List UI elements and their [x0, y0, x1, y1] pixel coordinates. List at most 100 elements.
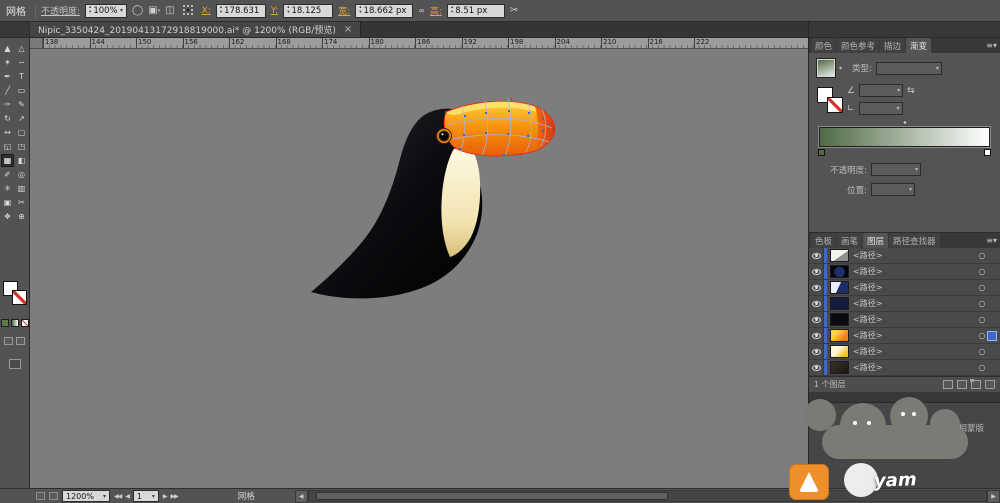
reverse-gradient-icon[interactable]: ⇆ [907, 86, 915, 96]
toucan-artwork[interactable] [30, 49, 808, 488]
checkbox-icon[interactable] [937, 424, 946, 432]
scrollbar-thumb[interactable] [315, 492, 668, 500]
paintbrush-tool[interactable]: ✑ [1, 98, 14, 111]
gradient-tool[interactable]: ◧ [15, 154, 28, 167]
status-mini-icon[interactable] [36, 492, 45, 500]
magic-wand-tool[interactable]: ✶ [1, 56, 14, 69]
hand-tool[interactable]: ❖ [1, 210, 14, 223]
slice-tool[interactable]: ✂ [15, 196, 28, 209]
gradient-location-input[interactable]: ▾ [871, 183, 915, 196]
target-circle-icon[interactable]: ○ [976, 251, 988, 260]
height-label[interactable]: 高: [430, 4, 442, 17]
layer-row[interactable]: <路径> ○ [809, 264, 1000, 280]
selection-tool[interactable]: ▲ [1, 42, 14, 55]
pencil-tool[interactable]: ✎ [15, 98, 28, 111]
visibility-toggle[interactable] [809, 264, 824, 279]
stepper-icon[interactable]: ▴ ▾ [359, 5, 361, 15]
chevron-down-icon[interactable]: ▾ [120, 7, 123, 14]
target-circle-icon[interactable]: ○ [976, 283, 988, 292]
layer-row[interactable]: <路径> ○ [809, 360, 1000, 376]
zoom-select[interactable]: 1200% ▾ [62, 490, 110, 502]
toucan-beak[interactable] [443, 100, 556, 157]
height-input[interactable]: ▴ ▾ 8.51 px [446, 3, 505, 18]
panel-tab[interactable]: 画笔 [837, 233, 863, 248]
visibility-toggle[interactable] [809, 312, 824, 327]
y-label[interactable]: Y: [271, 6, 278, 16]
scroll-left-icon[interactable]: ◀ [294, 489, 308, 503]
layer-row[interactable]: <路径> ○ [809, 296, 1000, 312]
document-setup-icon[interactable]: ◫ [165, 5, 174, 16]
selection-chip[interactable] [988, 348, 996, 356]
new-layer-icon[interactable] [970, 379, 981, 389]
target-circle-icon[interactable]: ○ [976, 331, 988, 340]
prev-artboard-icon[interactable]: ◀ [125, 493, 130, 500]
color-button[interactable] [0, 319, 9, 327]
pen-tool[interactable]: ✒ [1, 70, 14, 83]
toucan-eye[interactable] [436, 128, 452, 144]
selection-chip[interactable] [988, 268, 996, 276]
width-label[interactable]: 宽: [338, 4, 350, 17]
document-tab[interactable]: Nipic_3350424_20190413172918819000.ai* @… [30, 22, 362, 37]
rotate-tool[interactable]: ↻ [1, 112, 14, 125]
layer-row[interactable]: <路径> ○ [809, 344, 1000, 360]
shape-builder-tool[interactable]: ◱ [1, 140, 14, 153]
width-tool[interactable]: ↔ [1, 126, 14, 139]
visibility-toggle[interactable] [809, 248, 824, 263]
panel-tab[interactable]: 路径查找器 [889, 233, 940, 248]
lasso-tool[interactable]: ∽ [15, 56, 28, 69]
target-circle-icon[interactable]: ○ [976, 267, 988, 276]
delete-layer-icon[interactable] [985, 380, 995, 389]
stepper-icon[interactable]: ▴ ▾ [220, 5, 222, 15]
target-circle-icon[interactable]: ○ [976, 299, 988, 308]
x-label[interactable]: X: [202, 6, 211, 16]
reference-point-locator[interactable] [182, 5, 194, 16]
opacity-input[interactable]: ▴ ▾ 100% ▾ [85, 3, 128, 18]
next-artboard-icon[interactable]: ▶ [163, 493, 168, 500]
panel-menu-icon[interactable]: ≡▾ [986, 41, 997, 50]
visibility-toggle[interactable] [809, 280, 824, 295]
close-icon[interactable]: × [344, 24, 352, 35]
gradient-bar[interactable] [819, 127, 990, 147]
link-dimensions-icon[interactable]: ∞ [418, 6, 425, 15]
selection-chip[interactable] [988, 300, 996, 308]
first-artboard-icon[interactable]: ◀◀ [114, 493, 122, 500]
y-input[interactable]: ▴ ▾ 18.125 [283, 3, 334, 18]
artboard-tool[interactable]: ▣ [1, 196, 14, 209]
draw-behind-icon[interactable] [16, 337, 25, 345]
invert-mask-option[interactable]: 反相蒙版 [937, 422, 984, 434]
layer-row[interactable]: <路径> ○ [809, 312, 1000, 328]
direct-selection-tool[interactable]: △ [15, 42, 28, 55]
gradient-swatch[interactable] [816, 58, 836, 78]
visibility-toggle[interactable] [809, 344, 824, 359]
panel-tab[interactable]: 图层 [863, 233, 889, 248]
panel-menu-icon[interactable]: ≡▾ [986, 236, 997, 245]
layer-row[interactable]: <路径> ○ [809, 280, 1000, 296]
artboard-number-select[interactable]: 1 ▾ [132, 490, 159, 502]
circle-icon[interactable]: ◯ [132, 5, 143, 16]
blend-tool[interactable]: ◎ [15, 168, 28, 181]
width-input[interactable]: ▴ ▾ 18.662 px [355, 3, 414, 18]
selection-chip[interactable] [988, 252, 996, 260]
opacity-label[interactable]: 不透明度: [41, 4, 80, 17]
selection-chip[interactable] [988, 316, 996, 324]
selection-chip[interactable] [988, 284, 996, 292]
target-circle-icon[interactable]: ○ [976, 315, 988, 324]
layer-row[interactable]: <路径> ○ [809, 328, 1000, 344]
line-segment-tool[interactable]: ╱ [1, 84, 14, 97]
gradient-stop-start[interactable] [818, 149, 825, 156]
status-mini-icon[interactable] [49, 492, 58, 500]
screen-mode-icon[interactable] [8, 359, 21, 369]
visibility-toggle[interactable] [809, 360, 824, 375]
gradient-aspect-input[interactable]: ▾ [858, 102, 903, 115]
gradient-opacity-input[interactable]: ▾ [871, 163, 921, 176]
mesh-tool[interactable]: ▦ [1, 154, 14, 167]
gradient-stop-end[interactable] [984, 149, 991, 156]
horizontal-scrollbar[interactable]: ◀ ▶ [294, 489, 1000, 503]
column-graph-tool[interactable]: ▥ [15, 182, 28, 195]
stroke-swatch[interactable] [11, 290, 27, 305]
x-input[interactable]: ▴ ▾ 178.631 [215, 3, 266, 18]
style-icon[interactable]: ▣ ▾ [148, 5, 160, 16]
gradient-angle-input[interactable]: ▾ [859, 84, 904, 97]
new-sublayer-icon[interactable] [957, 380, 967, 389]
scrollbar-track[interactable] [307, 490, 987, 502]
